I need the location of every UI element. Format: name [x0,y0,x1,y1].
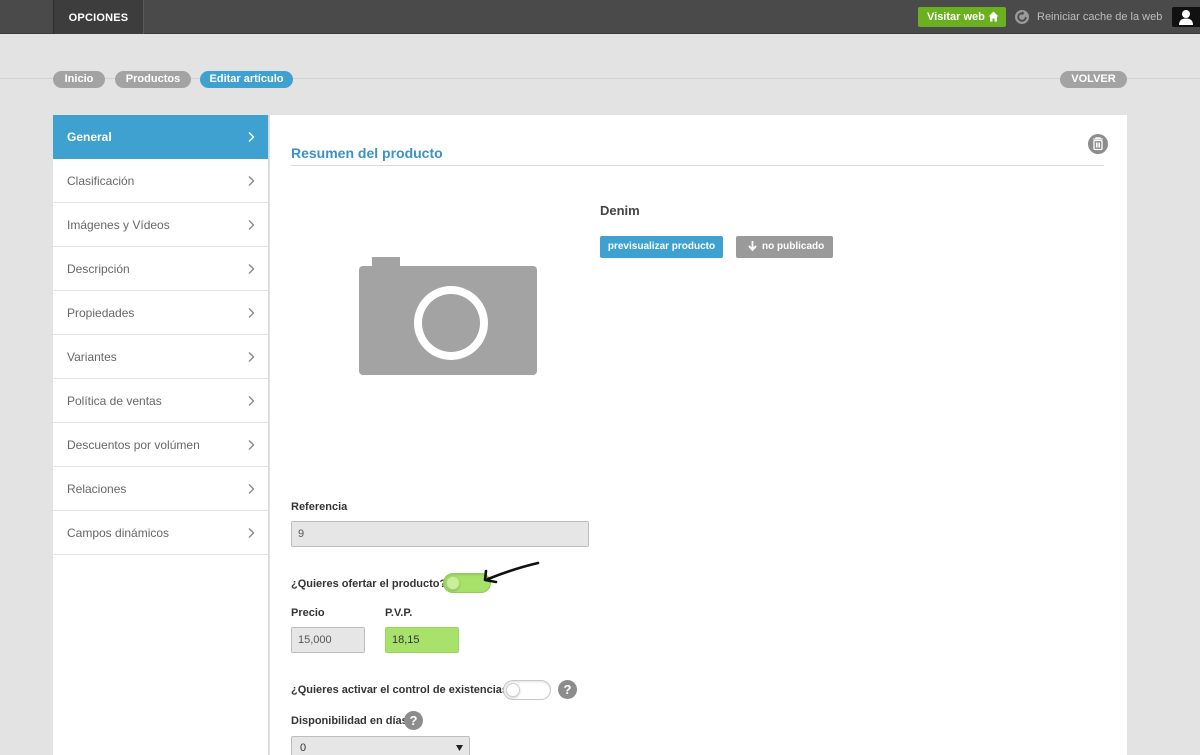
sidebar-item-descuentos-volumen[interactable]: Descuentos por volúmen [53,423,268,467]
sidebar-item-label: Descripción [67,262,130,276]
pvp-input[interactable]: 18,15 [385,627,459,653]
sidebar-item-label: Clasificación [67,174,135,188]
disponibilidad-select[interactable]: 0 [291,736,470,755]
sidebar-item-label: Variantes [67,350,117,364]
trash-icon [1093,137,1103,151]
sidebar-item-general[interactable]: General [53,115,268,159]
opciones-menu[interactable]: OPCIONES [53,0,144,34]
sidebar-item-label: Descuentos por volúmen [67,438,200,452]
reset-cache-label: Reiniciar cache de la web [1037,11,1163,23]
chevron-right-icon [248,220,255,230]
visit-web-button[interactable]: Visitar web [918,7,1006,27]
sidebar-item-relaciones[interactable]: Relaciones [53,467,268,511]
disponibilidad-label: Disponibilidad en días [291,715,408,727]
publish-status-label: no publicado [762,241,825,252]
visit-web-label: Visitar web [927,11,985,23]
chevron-right-icon [248,440,255,450]
sidebar-item-descripcion[interactable]: Descripción [53,247,268,291]
existencias-help-icon[interactable]: ? [558,680,577,699]
precio-label: Precio [291,607,325,619]
chevron-right-icon [248,176,255,186]
toggle-knob [506,683,520,697]
sidebar-item-imagenes-videos[interactable]: Imágenes y Vídeos [53,203,268,247]
publish-status-button[interactable]: no publicado [736,236,833,258]
sidebar: General Clasificación Imágenes y Vídeos … [53,115,269,755]
title-divider [291,165,1104,166]
referencia-label: Referencia [291,501,348,513]
referencia-input[interactable]: 9 [291,521,589,547]
sidebar-item-label: Campos dinámicos [67,526,170,540]
top-bar: OPCIONES Visitar web Reiniciar cache de … [0,0,1200,34]
pvp-label: P.V.P. [385,607,413,619]
chevron-down-icon [456,745,463,751]
main-panel: Resumen del producto Denim previsualizar… [270,115,1127,755]
user-icon [1179,10,1193,25]
chevron-right-icon [248,484,255,494]
chevron-right-icon [248,132,255,142]
disponibilidad-help-icon[interactable]: ? [404,711,423,730]
sidebar-item-variantes[interactable]: Variantes [53,335,268,379]
preview-product-button[interactable]: previsualizar producto [600,236,723,258]
sidebar-item-label: Imágenes y Vídeos [67,218,170,232]
chevron-right-icon [248,396,255,406]
disponibilidad-value: 0 [300,742,307,754]
sidebar-item-label: Relaciones [67,482,127,496]
sidebar-item-label: Política de ventas [67,394,162,408]
breadcrumb-inicio[interactable]: Inicio [53,71,105,88]
volver-button[interactable]: VOLVER [1060,71,1127,88]
camera-placeholder-icon [359,257,537,375]
chevron-right-icon [248,264,255,274]
sidebar-item-label: General [67,130,112,144]
product-name: Denim [600,203,640,218]
chevron-right-icon [248,308,255,318]
refresh-icon [1015,10,1029,24]
delete-button[interactable] [1088,134,1108,154]
chevron-right-icon [248,352,255,362]
precio-input[interactable]: 15,000 [291,627,365,653]
annotation-arrow-icon [483,561,540,584]
existencias-toggle[interactable] [503,680,551,700]
existencias-label: ¿Quieres activar el control de existenci… [291,684,515,696]
chevron-right-icon [248,528,255,538]
sidebar-item-politica-ventas[interactable]: Política de ventas [53,379,268,423]
sidebar-item-campos-dinamicos[interactable]: Campos dinámicos [53,511,268,555]
sidebar-item-propiedades[interactable]: Propiedades [53,291,268,335]
toggle-knob [446,576,460,590]
user-menu[interactable] [1172,7,1200,27]
breadcrumb-editar-articulo[interactable]: Editar artículo [200,71,293,88]
section-title: Resumen del producto [291,145,443,161]
sidebar-item-label: Propiedades [67,306,135,320]
home-icon [988,11,999,22]
breadcrumb-productos[interactable]: Productos [115,71,191,88]
ofertar-label: ¿Quieres ofertar el producto? [291,578,447,590]
arrow-down-icon [748,241,757,252]
sidebar-item-clasificacion[interactable]: Clasificación [53,159,268,203]
reset-cache-link[interactable]: Reiniciar cache de la web [1015,9,1162,25]
